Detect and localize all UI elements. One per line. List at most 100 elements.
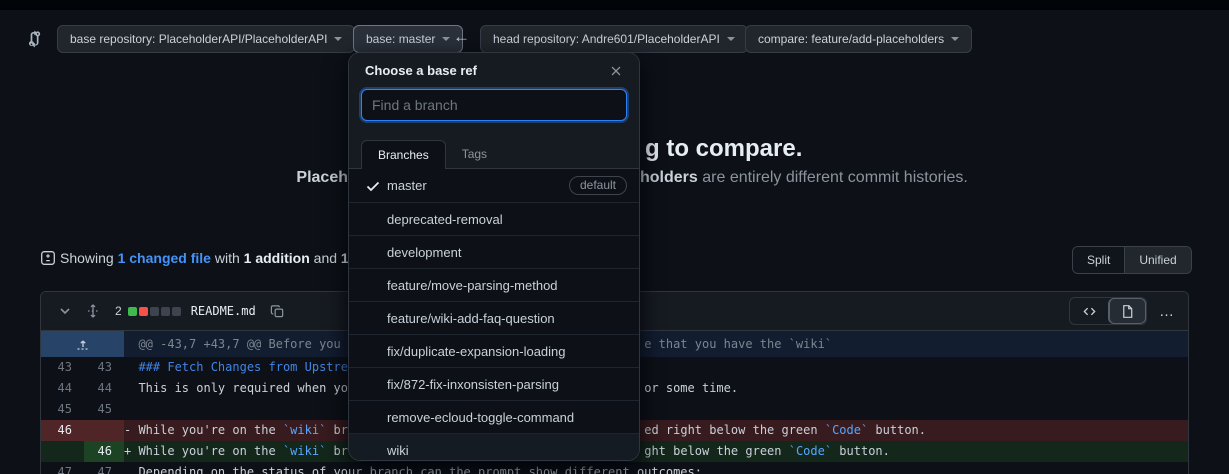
check-icon (365, 442, 381, 458)
line-number[interactable]: 45 (84, 399, 124, 420)
dropdown-filter (349, 87, 639, 131)
summary-part: with (211, 250, 244, 266)
branch-name-label: master (387, 178, 569, 193)
code-segment: or some time. (644, 381, 738, 395)
rich-view-button[interactable] (1108, 298, 1146, 324)
diff-code-text: This is only required when yo or some ti… (124, 378, 1188, 399)
diff-summary: Showing 1 changed file with 1 addition a… (40, 250, 361, 266)
compare-subtext-left: Placeh (296, 169, 348, 187)
caret-down-icon (951, 37, 959, 41)
collapse-file-chevron-icon[interactable] (57, 303, 73, 319)
file-options-kebab-icon[interactable]: … (1159, 303, 1176, 320)
source-view-button[interactable] (1070, 298, 1108, 324)
code-segment: `Code` (789, 444, 832, 458)
unified-view-button[interactable]: Unified (1125, 247, 1190, 273)
code-segment: Depending on the status of your branch c… (124, 465, 702, 474)
file-changes-count: 2 (115, 304, 122, 318)
branch-item-feature/wiki-add-faq-question[interactable]: feature/wiki-add-faq-question (349, 301, 639, 334)
tab-tags[interactable]: Tags (446, 140, 503, 168)
split-view-button[interactable]: Split (1073, 247, 1125, 273)
caret-down-icon (727, 37, 735, 41)
close-icon[interactable] (609, 64, 623, 78)
code-segment: @@ -43,7 +43,7 @@ Before you (124, 337, 341, 351)
base-repository-selector[interactable]: base repository: PlaceholderAPI/Placehol… (57, 25, 355, 53)
line-number[interactable]: 43 (84, 357, 124, 378)
expand-hunk-button[interactable] (41, 331, 124, 357)
branch-name-label: feature/wiki-add-faq-question (387, 311, 627, 326)
branch-name-label: fix/872-fix-inxonsisten-parsing (387, 377, 627, 392)
line-number[interactable]: 44 (41, 378, 84, 399)
diff-line-ctx: 4747 Depending on the status of your bra… (41, 462, 1188, 474)
branch-name-fragment: holders (640, 169, 698, 186)
compare-subtext-right: holders are entirely different commit hi… (640, 169, 968, 187)
line-number[interactable] (41, 441, 84, 462)
code-segment: `wiki` (283, 444, 326, 458)
line-number[interactable]: 43 (41, 357, 84, 378)
line-number[interactable]: 46 (84, 441, 124, 462)
dropdown-tabs: Branches Tags (349, 131, 639, 169)
check-icon (365, 376, 381, 392)
code-segment: This is only required when yo (124, 381, 348, 395)
check-icon (365, 310, 381, 326)
code-segment: `Code` (825, 423, 868, 437)
drag-handle-icon[interactable] (85, 303, 101, 319)
line-number[interactable]: 47 (41, 462, 84, 474)
tab-branches[interactable]: Branches (361, 140, 446, 169)
branch-name-label: deprecated-removal (387, 212, 627, 227)
base-ref-dropdown: Choose a base ref Branches Tags masterde… (348, 52, 640, 461)
compare-branch-selector[interactable]: compare: feature/add-placeholders (745, 25, 972, 53)
diff-code-text: @@ -43,7 +43,7 @@ Before you e that you … (124, 331, 1188, 357)
base-branch-label: base: master (366, 32, 435, 46)
dropdown-title: Choose a base ref (365, 63, 477, 78)
caret-down-icon (442, 37, 450, 41)
branch-item-feature/move-parsing-method[interactable]: feature/move-parsing-method (349, 268, 639, 301)
copy-path-icon[interactable] (270, 304, 285, 319)
branch-item-wiki[interactable]: wiki (349, 433, 639, 461)
branch-item-master[interactable]: masterdefault (349, 169, 639, 202)
check-icon (365, 343, 381, 359)
line-number[interactable]: 45 (41, 399, 84, 420)
summary-part: Showing (60, 250, 118, 266)
code-segment: - While you're on the (124, 423, 283, 437)
code-segment: + While you're on the (124, 444, 283, 458)
summary-part: and (310, 250, 341, 266)
compare-direction-arrow: ← (453, 27, 470, 47)
summary-part: 1 addition (244, 250, 310, 266)
branch-name-label: wiki (387, 443, 627, 458)
head-repository-label: head repository: Andre601/PlaceholderAPI (493, 32, 720, 46)
file-header-actions: … (1069, 297, 1176, 325)
diff-summary-text: Showing 1 changed file with 1 addition a… (60, 250, 361, 266)
check-icon (365, 211, 381, 227)
head-repository-selector[interactable]: head repository: Andre601/PlaceholderAPI (480, 25, 748, 53)
base-branch-selector[interactable]: base: master (353, 25, 463, 53)
changed-files-link[interactable]: 1 changed file (118, 250, 211, 266)
branch-item-fix/872-fix-inxonsisten-parsing[interactable]: fix/872-fix-inxonsisten-parsing (349, 367, 639, 400)
branch-item-remove-ecloud-toggle-command[interactable]: remove-ecloud-toggle-command (349, 400, 639, 433)
file-name: README.md (191, 304, 256, 318)
line-number[interactable]: 46 (41, 420, 84, 441)
branch-list: masterdefault deprecated-removal developme… (349, 169, 639, 461)
diff-code-text: + While you're on the `wiki` br ght belo… (124, 441, 1188, 462)
code-segment: button. (868, 423, 926, 437)
compare-subtext-rest: are entirely different commit histories. (698, 169, 968, 186)
branch-item-development[interactable]: development (349, 235, 639, 268)
line-number[interactable]: 47 (84, 462, 124, 474)
line-number[interactable]: 44 (84, 378, 124, 399)
compare-toolbar: base repository: PlaceholderAPI/Placehol… (0, 10, 1229, 50)
file-diff-icon (40, 250, 56, 266)
top-band (0, 0, 1229, 10)
branch-name-label: fix/duplicate-expansion-loading (387, 344, 627, 359)
code-segment: ght below the green (644, 444, 789, 458)
diff-code-text: ### Fetch Changes from Upstre (124, 357, 1188, 378)
branch-search-input[interactable] (361, 89, 627, 121)
nothing-to-compare-heading: g to compare. (645, 135, 802, 163)
diff-code-text: - While you're on the `wiki` br ed right… (124, 420, 1188, 441)
line-number[interactable] (84, 420, 124, 441)
dropdown-header: Choose a base ref (349, 53, 639, 87)
code-segment: button. (832, 444, 890, 458)
branch-item-fix/duplicate-expansion-loading[interactable]: fix/duplicate-expansion-loading (349, 334, 639, 367)
code-segment: br (326, 444, 348, 458)
branch-item-deprecated-removal[interactable]: deprecated-removal (349, 202, 639, 235)
branch-name-label: feature/move-parsing-method (387, 278, 627, 293)
check-icon (365, 244, 381, 260)
